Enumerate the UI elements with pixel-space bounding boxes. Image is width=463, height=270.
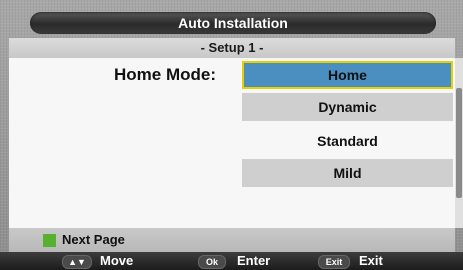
- enter-hint-label: Enter: [237, 253, 271, 268]
- option-mild[interactable]: Mild: [242, 159, 453, 187]
- option-standard[interactable]: Standard: [242, 127, 453, 155]
- move-hint-label: Move: [100, 253, 134, 268]
- scrollbar-thumb[interactable]: [456, 88, 462, 198]
- green-key-icon: [43, 234, 56, 247]
- ok-key-icon: Ok: [198, 255, 226, 269]
- option-dynamic[interactable]: Dynamic: [242, 93, 453, 121]
- exit-key-icon: Exit: [318, 255, 350, 269]
- next-page-label: Next Page: [62, 232, 125, 247]
- arrow-keys-icon: ▲▼: [62, 255, 92, 269]
- menu-title: Auto Installation: [30, 12, 436, 34]
- key-hint-bar: ▲▼ Move Ok Enter Exit Exit: [0, 252, 463, 270]
- menu-content: Home Mode: Home Dynamic Standard Mild: [9, 58, 463, 228]
- setup-step-label: - Setup 1 -: [9, 38, 455, 58]
- tv-menu-frame: Auto Installation - Setup 1 - Home Mode:…: [0, 0, 463, 270]
- option-home[interactable]: Home: [242, 61, 453, 89]
- next-page-hint: Next Page: [9, 228, 455, 252]
- options-scrollbar[interactable]: [455, 58, 463, 228]
- home-mode-label: Home Mode:: [114, 65, 216, 84]
- exit-hint-label: Exit: [359, 253, 383, 268]
